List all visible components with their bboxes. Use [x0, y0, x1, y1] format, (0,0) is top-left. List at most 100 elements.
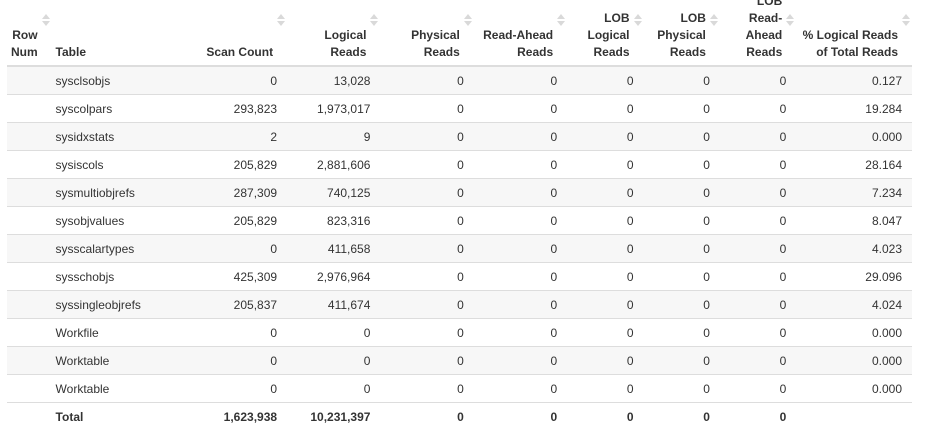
cell-lob-logical-reads: 0 — [567, 94, 644, 123]
cell-table: sysidxstats — [51, 122, 162, 151]
cell-lob-physical-reads: 0 — [643, 150, 720, 179]
sort-both-icon[interactable] — [709, 14, 718, 28]
cell-lob-logical-reads: 0 — [567, 206, 644, 235]
cell-lob-physical-reads: 0 — [643, 262, 720, 291]
sort-both-icon[interactable] — [41, 14, 50, 28]
cell-scan-count: 0 — [161, 65, 288, 95]
table-row: syscolpars 293,823 1,973,017 0 0 0 0 0 19.284 — [7, 94, 912, 123]
cell-scan-count: 205,829 — [161, 150, 288, 179]
cell-logical-reads: 740,125 — [287, 178, 381, 207]
cell-physical-reads: 0 — [380, 402, 474, 430]
cell-lob-read-ahead-reads: 0 — [719, 234, 797, 263]
sort-both-icon[interactable] — [557, 14, 566, 28]
cell-logical-reads: 0 — [287, 318, 381, 347]
sort-both-icon[interactable] — [463, 14, 472, 28]
table-row: Worktable 0 0 0 0 0 0 0 0.000 — [7, 374, 912, 403]
column-header-table[interactable]: Table — [51, 0, 162, 67]
column-header-lob-read-ahead-reads[interactable]: LOB Read-Ahead Reads — [719, 0, 797, 67]
cell-read-ahead-reads: 0 — [473, 290, 568, 319]
cell-read-ahead-reads: 0 — [473, 318, 568, 347]
cell-row-num — [7, 150, 52, 179]
cell-table: Worktable — [51, 346, 162, 375]
cell-lob-read-ahead-reads: 0 — [719, 346, 797, 375]
table-row: sysidxstats 2 9 0 0 0 0 0 0.000 — [7, 122, 912, 151]
cell-scan-count: 1,623,938 — [161, 402, 288, 430]
column-header-read-ahead-reads[interactable]: Read-Ahead Reads — [473, 0, 568, 67]
cell-lob-logical-reads: 0 — [567, 122, 644, 151]
cell-pct-logical-reads: 0.000 — [796, 122, 912, 151]
cell-physical-reads: 0 — [380, 150, 474, 179]
stats-table-container: Row Num Table Scan Count Logical Reads Physi… — [0, 0, 930, 435]
sort-both-icon[interactable] — [633, 14, 642, 28]
cell-pct-logical-reads — [796, 402, 912, 430]
cell-logical-reads: 0 — [287, 374, 381, 403]
cell-logical-reads: 411,674 — [287, 290, 381, 319]
table-row: sysiscols 205,829 2,881,606 0 0 0 0 0 28.164 — [7, 150, 912, 179]
cell-lob-read-ahead-reads: 0 — [719, 178, 797, 207]
column-header-lob-logical-reads[interactable]: LOB Logical Reads — [567, 0, 644, 67]
cell-lob-physical-reads: 0 — [643, 178, 720, 207]
cell-lob-read-ahead-reads: 0 — [719, 262, 797, 291]
cell-row-num — [7, 262, 52, 291]
table-row: sysobjvalues 205,829 823,316 0 0 0 0 0 8.047 — [7, 206, 912, 235]
cell-pct-logical-reads: 19.284 — [796, 94, 912, 123]
cell-lob-logical-reads: 0 — [567, 65, 644, 95]
column-header-label: Physical Reads — [411, 28, 460, 59]
cell-lob-physical-reads: 0 — [643, 234, 720, 263]
cell-scan-count: 205,829 — [161, 206, 288, 235]
sort-both-icon[interactable] — [370, 14, 379, 28]
cell-row-num — [7, 290, 52, 319]
sort-ascending-icon[interactable] — [52, 0, 60, 8]
cell-physical-reads: 0 — [380, 374, 474, 403]
cell-table: sysmultiobjrefs — [51, 178, 162, 207]
cell-lob-logical-reads: 0 — [567, 150, 644, 179]
cell-pct-logical-reads: 8.047 — [796, 206, 912, 235]
cell-pct-logical-reads: 0.000 — [796, 374, 912, 403]
column-header-scan-count[interactable]: Scan Count — [161, 0, 288, 67]
sort-both-icon[interactable] — [786, 14, 795, 28]
table-header: Row Num Table Scan Count Logical Reads Physi… — [7, 0, 912, 67]
sort-both-icon[interactable] — [277, 14, 286, 28]
header-row: Row Num Table Scan Count Logical Reads Physi… — [7, 0, 912, 67]
cell-table: Total — [51, 402, 162, 430]
cell-scan-count: 0 — [161, 234, 288, 263]
column-header-row-num[interactable]: Row Num — [7, 0, 52, 67]
cell-lob-read-ahead-reads: 0 — [719, 206, 797, 235]
cell-physical-reads: 0 — [380, 318, 474, 347]
cell-pct-logical-reads: 4.023 — [796, 234, 912, 263]
table-row: sysscalartypes 0 411,658 0 0 0 0 0 4.023 — [7, 234, 912, 263]
column-header-lob-physical-reads[interactable]: LOB Physical Reads — [643, 0, 720, 67]
table-row: Workfile 0 0 0 0 0 0 0 0.000 — [7, 318, 912, 347]
cell-read-ahead-reads: 0 — [473, 262, 568, 291]
cell-scan-count: 0 — [161, 318, 288, 347]
cell-pct-logical-reads: 4.024 — [796, 290, 912, 319]
column-header-label: Logical Reads — [324, 28, 367, 59]
cell-row-num — [7, 318, 52, 347]
cell-lob-read-ahead-reads: 0 — [719, 122, 797, 151]
cell-pct-logical-reads: 0.000 — [796, 318, 912, 347]
cell-lob-read-ahead-reads: 0 — [719, 94, 797, 123]
cell-lob-physical-reads: 0 — [643, 94, 720, 123]
cell-table: sysiscols — [51, 150, 162, 179]
cell-physical-reads: 0 — [380, 178, 474, 207]
table-row: syssingleobjrefs 205,837 411,674 0 0 0 0 0 4.024 — [7, 290, 912, 319]
cell-lob-logical-reads: 0 — [567, 234, 644, 263]
table-row: sysmultiobjrefs 287,309 740,125 0 0 0 0 0 7.234 — [7, 178, 912, 207]
cell-read-ahead-reads: 0 — [473, 346, 568, 375]
cell-scan-count: 287,309 — [161, 178, 288, 207]
cell-row-num — [7, 65, 52, 95]
column-header-physical-reads[interactable]: Physical Reads — [380, 0, 474, 67]
column-header-logical-reads[interactable]: Logical Reads — [287, 0, 381, 67]
cell-table: sysschobjs — [51, 262, 162, 291]
cell-row-num — [7, 122, 52, 151]
cell-row-num — [7, 94, 52, 123]
column-header-pct-logical-reads[interactable]: % Logical Reads of Total Reads — [796, 0, 912, 67]
cell-logical-reads: 13,028 — [287, 65, 381, 95]
column-header-label: LOB Physical Reads — [657, 11, 706, 59]
column-header-label: LOB Read-Ahead Reads — [745, 0, 783, 59]
cell-physical-reads: 0 — [380, 262, 474, 291]
cell-scan-count: 293,823 — [161, 94, 288, 123]
sort-both-icon[interactable] — [902, 14, 910, 28]
cell-physical-reads: 0 — [380, 206, 474, 235]
cell-row-num — [7, 234, 52, 263]
